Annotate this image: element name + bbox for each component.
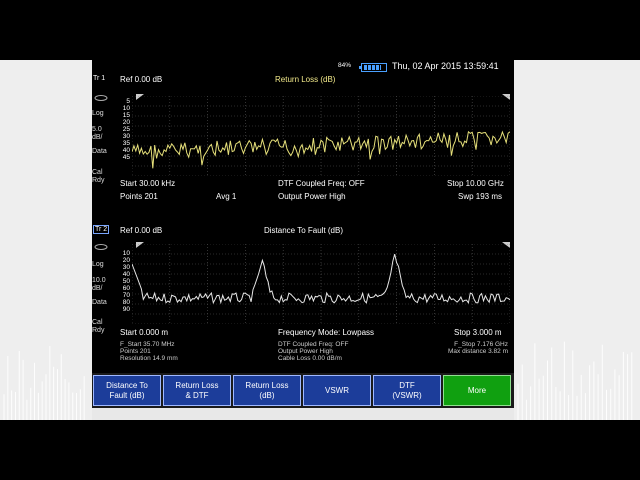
trace1-dtf-coupled: DTF Coupled Freq: OFF: [278, 179, 365, 188]
top-letterbox: [0, 0, 640, 60]
softkey-bar: Distance To Fault (dB) Return Loss & DTF R…: [92, 373, 514, 408]
datetime: Thu, 02 Apr 2015 13:59:41: [392, 61, 499, 71]
trace1-points: Points 201: [120, 192, 158, 201]
trace1-sweep: Swp 193 ms: [458, 192, 503, 201]
trace2-y-ticks: 10 20 30 40 50 60 70 80 90: [122, 250, 130, 313]
trace1-ref: Ref 0.00 dB: [120, 75, 163, 84]
battery-percent: 84%: [338, 62, 352, 69]
more-button[interactable]: More: [443, 375, 511, 406]
screen-bezel: [92, 408, 514, 420]
dtf-vswr-button[interactable]: DTF (VSWR): [373, 375, 441, 406]
trace2-details-right: F_Stop 7.176 GHz Max distance 3.82 m: [448, 341, 508, 355]
trace2-selector[interactable]: Tr 2: [93, 225, 110, 234]
trace2-start: Start 0.000 m: [120, 328, 169, 337]
trace2-title: Distance To Fault (dB): [264, 226, 343, 235]
return-loss-plot[interactable]: [132, 96, 510, 176]
trace2-details-left: F_Start 35.70 MHz Points 201 Resolution 14…: [120, 341, 178, 362]
distance-to-fault-trace: [132, 253, 510, 305]
trace1-start: Start 30.00 kHz: [120, 179, 176, 188]
trace1-scale-labels: Log 5.0 dB/ Data Cal Rdy: [92, 110, 107, 184]
analyzer-screen: 84% Thu, 02 Apr 2015 13:59:41 Tr 1 Log 5…: [92, 60, 514, 408]
distance-to-fault-plot[interactable]: [132, 244, 510, 324]
trace1-stop: Stop 10.00 GHz: [447, 179, 504, 188]
trace1-avg: Avg 1: [216, 192, 237, 201]
trace-arrow-icon: [94, 244, 108, 250]
trace1-title: Return Loss (dB): [275, 75, 336, 84]
battery-icon: [359, 63, 387, 72]
return-loss-button[interactable]: Return Loss (dB): [233, 375, 301, 406]
trace2-frequency-mode: Frequency Mode: Lowpass: [278, 328, 375, 337]
trace2-stop: Stop 3.000 m: [454, 328, 502, 337]
bottom-letterbox: [0, 420, 640, 480]
trace-arrow-icon: [94, 95, 108, 101]
background-right: [514, 60, 640, 420]
background-left: [0, 60, 92, 420]
trace2-ref: Ref 0.00 dB: [120, 226, 163, 235]
trace1-output-power: Output Power High: [278, 192, 346, 201]
trace1-selector[interactable]: Tr 1: [93, 75, 105, 82]
vswr-button[interactable]: VSWR: [303, 375, 371, 406]
trace1-y-ticks: 5 10 15 20 25 30 35 40 45: [122, 98, 130, 161]
return-loss-dtf-button[interactable]: Return Loss & DTF: [163, 375, 231, 406]
trace2-details-center: DTF Coupled Freq: OFF Output Power High Ca…: [278, 341, 349, 362]
distance-to-fault-button[interactable]: Distance To Fault (dB): [93, 375, 161, 406]
trace2-scale-labels: Log 10.0 dB/ Data Cal Rdy: [92, 261, 107, 334]
